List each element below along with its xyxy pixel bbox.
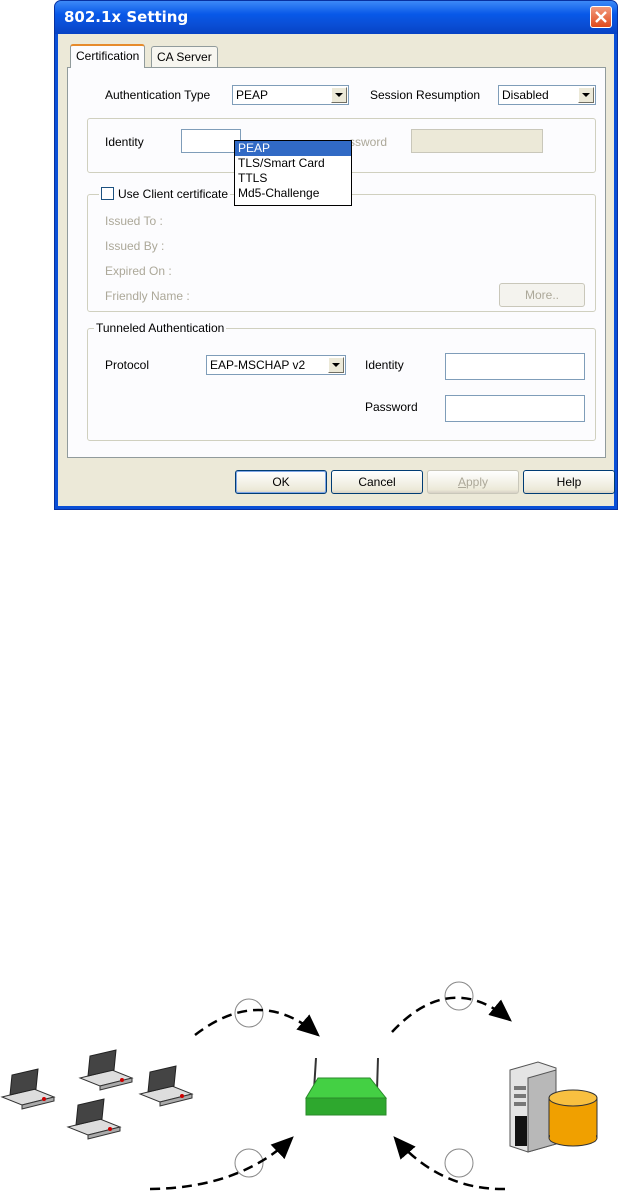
database-icon — [548, 1089, 598, 1147]
identity-input[interactable] — [181, 129, 241, 153]
client-certificate-group: Use Client certificate Issued To : Issue… — [87, 187, 596, 312]
help-button[interactable]: Help — [523, 470, 615, 494]
auth-type-value: PEAP — [236, 88, 269, 102]
close-icon — [595, 11, 607, 23]
certification-panel: Authentication Type PEAP Session Resumpt… — [67, 67, 606, 458]
tunneled-identity-input[interactable] — [445, 353, 585, 380]
tunneled-authentication-group: Tunneled Authentication Protocol EAP-MSC… — [87, 321, 596, 441]
auth-type-label: Authentication Type — [105, 88, 211, 102]
apply-button[interactable]: Apply — [427, 470, 519, 494]
more-button[interactable]: More.. — [499, 283, 585, 307]
step-circle-4 — [444, 1148, 474, 1178]
window-title: 802.1x Setting — [64, 8, 189, 26]
dialog-window: 802.1x Setting Certification CA Server A… — [54, 0, 618, 510]
step-circle-2 — [444, 981, 474, 1011]
network-diagram — [0, 981, 598, 1191]
chevron-down-icon — [582, 93, 590, 97]
auth-type-select[interactable]: PEAP — [232, 85, 349, 105]
laptop-icon — [78, 1049, 134, 1091]
dropdown-arrow-button[interactable] — [328, 357, 344, 373]
session-resumption-select[interactable]: Disabled — [498, 85, 596, 105]
checkbox-label: Use Client certificate — [118, 187, 229, 201]
expired-on-label: Expired On : — [105, 264, 172, 278]
protocol-label: Protocol — [105, 358, 150, 372]
tunneled-identity-label: Identity — [365, 358, 404, 372]
issued-to-label: Issued To : — [105, 214, 163, 228]
access-point-icon — [305, 1057, 388, 1116]
dropdown-arrow-button[interactable] — [578, 87, 594, 103]
tunneled-password-input[interactable] — [445, 395, 585, 422]
use-client-certificate[interactable]: Use Client certificate — [99, 187, 231, 201]
auth-type-dropdown-list: PEAP TLS/Smart Card TTLS Md5-Challenge — [234, 140, 352, 206]
apply-label-rest: pply — [466, 475, 489, 489]
close-button[interactable] — [590, 6, 612, 28]
apply-mnemonic: A — [457, 475, 466, 489]
title-bar[interactable]: 802.1x Setting — [55, 1, 617, 34]
dropdown-option-peap[interactable]: PEAP — [235, 141, 351, 156]
ok-button[interactable]: OK — [235, 470, 327, 494]
chevron-down-icon — [332, 363, 340, 367]
issued-by-label: Issued By : — [105, 239, 165, 253]
laptop-icon — [66, 1098, 122, 1140]
dropdown-option-tls-smart-card[interactable]: TLS/Smart Card — [235, 156, 351, 171]
tunneled-password-label: Password — [365, 400, 418, 414]
chevron-down-icon — [335, 93, 343, 97]
tab-ca-server[interactable]: CA Server — [151, 46, 218, 67]
session-resumption-label: Session Resumption — [370, 88, 481, 102]
tab-certification[interactable]: Certification — [70, 44, 146, 68]
use-client-certificate-checkbox[interactable] — [101, 187, 114, 200]
dialog-client: Certification CA Server Authentication T… — [58, 34, 615, 506]
session-resumption-value: Disabled — [502, 88, 549, 102]
dropdown-arrow-button[interactable] — [331, 87, 347, 103]
password-label: ssword — [349, 135, 388, 149]
arrow-ap-to-clients — [149, 1136, 294, 1191]
tab-label: Certification — [76, 49, 140, 63]
protocol-select[interactable]: EAP-MSCHAP v2 — [206, 355, 346, 375]
identity-label: Identity — [105, 135, 144, 149]
protocol-value: EAP-MSCHAP v2 — [210, 358, 306, 372]
friendly-name-label: Friendly Name : — [105, 289, 190, 303]
laptop-icon — [138, 1065, 194, 1107]
dropdown-option-ttls[interactable]: TTLS — [235, 171, 351, 186]
dropdown-option-md5-challenge[interactable]: Md5-Challenge — [235, 186, 351, 201]
password-input[interactable] — [411, 129, 543, 153]
tunneled-authentication-title: Tunneled Authentication — [94, 321, 227, 335]
cancel-button[interactable]: Cancel — [331, 470, 423, 494]
tab-label: CA Server — [157, 50, 212, 64]
laptop-icon — [0, 1068, 56, 1110]
